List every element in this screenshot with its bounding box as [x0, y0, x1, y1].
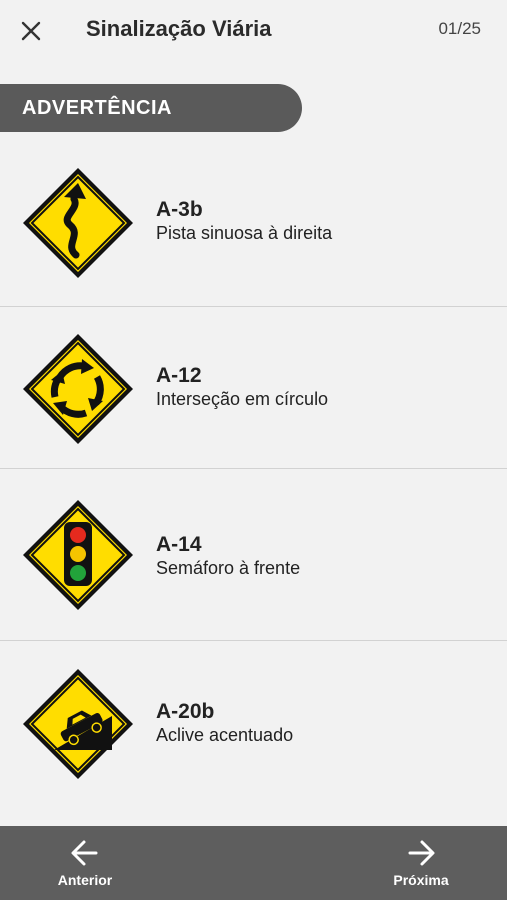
section-label: ADVERTÊNCIA [22, 96, 172, 119]
sign-description: Pista sinuosa à direita [156, 223, 333, 243]
next-label: Próxima [393, 872, 449, 888]
sign-item-a-14[interactable]: A-14 Semáforo à frente [0, 469, 507, 641]
sign-item-a-20b[interactable]: A-20b Aclive acentuado [0, 641, 507, 826]
sign-code: A-14 [156, 533, 202, 556]
sign-description: Semáforo à frente [156, 558, 301, 578]
previous-label: Anterior [57, 872, 113, 888]
sign-code: A-12 [156, 364, 202, 387]
steep-ascent-sign [23, 669, 133, 779]
roundabout-sign [23, 334, 133, 444]
section-header: ADVERTÊNCIA [0, 84, 302, 132]
arrow-left-icon [71, 840, 98, 866]
arrow-right-icon [408, 840, 435, 866]
next-button[interactable]: Próxima [366, 826, 476, 900]
bottom-navigation: Anterior Próxima [0, 826, 507, 900]
page-title: Sinalização Viária [86, 16, 272, 41]
sign-list: A-3b Pista sinuosa à direita A-12 Inters… [0, 140, 507, 826]
app-header: Sinalização Viária 01/25 [0, 0, 507, 60]
sign-code: A-3b [156, 198, 203, 221]
close-icon [21, 21, 41, 41]
traffic-light-ahead-sign [23, 500, 133, 610]
sign-item-a-12[interactable]: A-12 Interseção em círculo [0, 307, 507, 469]
previous-button[interactable]: Anterior [30, 826, 140, 900]
sign-item-a-3b[interactable]: A-3b Pista sinuosa à direita [0, 140, 507, 307]
winding-road-right-sign [23, 168, 133, 278]
page-counter: 01/25 [438, 19, 481, 38]
sign-code: A-20b [156, 700, 215, 723]
sign-description: Interseção em círculo [156, 389, 329, 409]
close-button[interactable] [14, 14, 48, 48]
sign-description: Aclive acentuado [156, 725, 294, 745]
